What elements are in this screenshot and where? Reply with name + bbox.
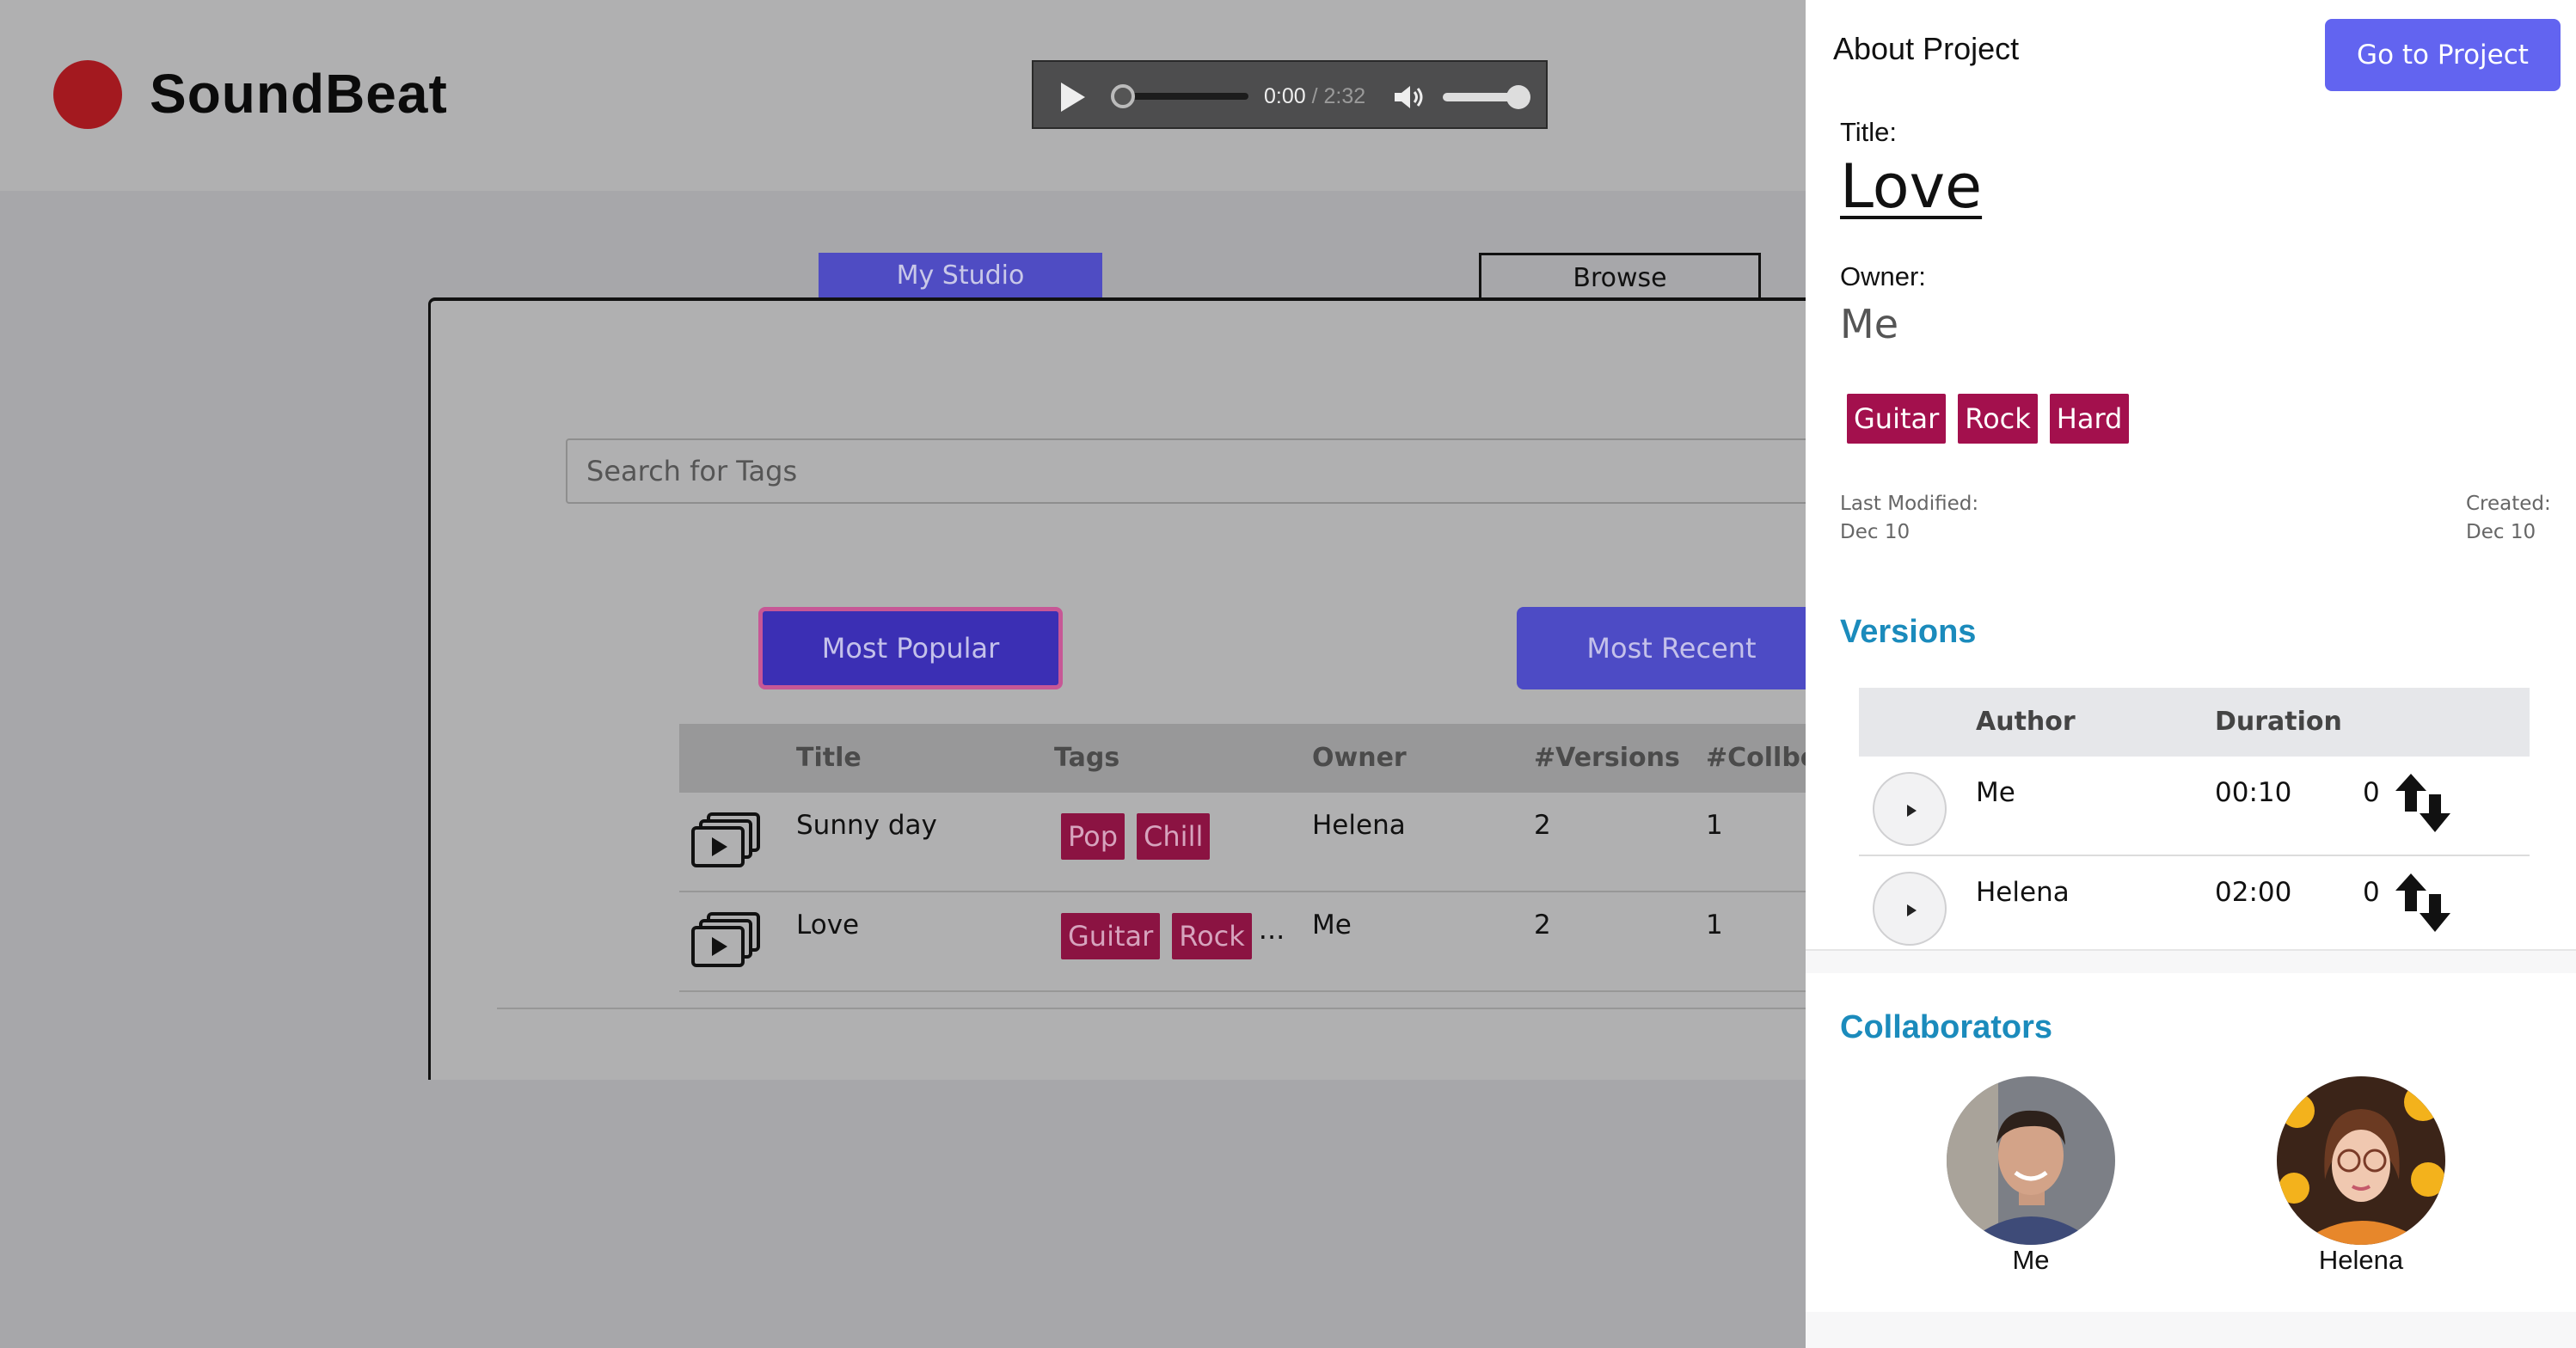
row-versions: 2 [1534, 910, 1551, 941]
time-separator: / [1305, 84, 1324, 108]
divider [497, 1008, 1821, 1009]
col-versions: #Versions [1534, 743, 1680, 773]
app-header: SoundBeat 0:00 / 2:32 [0, 0, 1806, 191]
avatar[interactable] [1947, 1076, 2115, 1245]
volume-slider[interactable] [1443, 85, 1530, 109]
collaborator-name: Me [2012, 1245, 2050, 1275]
volume-handle[interactable] [1506, 85, 1530, 109]
play-icon[interactable] [1061, 83, 1085, 112]
avatar-image [1947, 1076, 2115, 1245]
col-owner: Owner [1312, 743, 1407, 773]
seek-bar[interactable] [1111, 84, 1248, 108]
seek-handle[interactable] [1111, 84, 1135, 108]
version-author: Helena [1976, 877, 2070, 908]
film-icon [691, 912, 760, 967]
tag-chip[interactable]: Rock [1172, 913, 1252, 959]
last-modified-label: Last Modified: [1840, 493, 1979, 515]
project-details-panel: About Project Go to Project Title: Love … [1806, 0, 2576, 1348]
row-tags: Pop Chill [1061, 813, 1222, 860]
col-tags: Tags [1054, 743, 1120, 773]
created: Created: Dec 10 [2466, 490, 2551, 547]
tag-chip[interactable]: Hard [2049, 394, 2130, 444]
table-row[interactable]: Sunny day Pop Chill Helena 2 1 [679, 793, 1823, 892]
versions-heading: Versions [1840, 614, 1977, 650]
project-title[interactable]: Love [1840, 151, 1982, 222]
row-collaborators: 1 [1706, 910, 1723, 941]
version-duration: 02:00 [2215, 877, 2292, 908]
tag-chip[interactable]: Chill [1137, 813, 1211, 860]
last-modified: Last Modified: Dec 10 [1840, 490, 1978, 547]
most-recent-button[interactable]: Most Recent [1517, 607, 1826, 689]
version-count: 0 [2363, 877, 2380, 908]
version-author: Me [1976, 777, 2015, 808]
panel-footer [1806, 1312, 2576, 1348]
more-tags[interactable]: ... [1259, 913, 1285, 946]
row-title: Sunny day [796, 810, 937, 841]
avatar-image [2277, 1076, 2445, 1245]
project-tags: Guitar Rock Hard [1847, 394, 2141, 444]
logo-icon [53, 60, 122, 129]
projects-table-header: Title Tags Owner #Versions #Collbo [679, 724, 1823, 793]
row-tags: Guitar Rock... [1061, 913, 1285, 959]
tag-chip[interactable]: Pop [1061, 813, 1125, 860]
versions-table-header: Author Duration [1859, 688, 2530, 757]
tag-chip[interactable]: Guitar [1847, 394, 1947, 444]
collaborators-heading: Collaborators [1840, 1009, 2053, 1045]
col-author: Author [1976, 707, 2076, 737]
last-modified-value: Dec 10 [1840, 521, 1911, 543]
col-duration: Duration [2215, 707, 2342, 737]
project-owner: Me [1840, 301, 1898, 347]
film-icon [691, 812, 760, 867]
title-label: Title: [1840, 117, 1898, 147]
go-to-project-button[interactable]: Go to Project [2325, 19, 2561, 91]
swap-icon[interactable] [2395, 772, 2454, 834]
table-row[interactable]: Love Guitar Rock... Me 2 1 [679, 892, 1823, 992]
col-collaborators: #Collbo [1706, 743, 1819, 773]
duration-time: 2:32 [1323, 84, 1366, 108]
owner-label: Owner: [1840, 261, 1926, 291]
col-title: Title [796, 743, 862, 773]
tag-chip[interactable]: Guitar [1061, 913, 1161, 959]
audio-player: 0:00 / 2:32 [1032, 60, 1548, 129]
created-value: Dec 10 [2466, 521, 2536, 543]
volume-icon[interactable] [1393, 84, 1427, 110]
version-duration: 00:10 [2215, 777, 2292, 808]
current-time: 0:00 [1264, 84, 1306, 108]
row-owner: Me [1312, 910, 1352, 941]
row-collaborators: 1 [1706, 810, 1723, 841]
divider [1806, 949, 2576, 973]
time-display: 0:00 / 2:32 [1264, 84, 1365, 109]
tag-chip[interactable]: Rock [1958, 394, 2038, 444]
play-version-button[interactable] [1873, 772, 1947, 846]
avatar[interactable] [2277, 1076, 2445, 1245]
row-title: Love [796, 910, 860, 941]
play-version-button[interactable] [1873, 872, 1947, 946]
version-count: 0 [2363, 777, 2380, 808]
version-row[interactable]: Me 00:10 0 [1859, 757, 2530, 856]
app-name: SoundBeat [150, 63, 448, 125]
tag-search-input[interactable]: Search for Tags [566, 438, 1821, 504]
panel-heading: About Project [1833, 31, 2020, 66]
row-owner: Helena [1312, 810, 1406, 841]
tab-my-studio[interactable]: My Studio [819, 253, 1102, 299]
version-row[interactable]: Helena 02:00 0 [1859, 856, 2530, 956]
created-label: Created: [2466, 493, 2551, 515]
row-versions: 2 [1534, 810, 1551, 841]
tab-browse[interactable]: Browse [1479, 253, 1761, 299]
collaborator-name: Helena [2318, 1245, 2404, 1275]
most-popular-button[interactable]: Most Popular [758, 607, 1063, 689]
swap-icon[interactable] [2395, 872, 2454, 934]
